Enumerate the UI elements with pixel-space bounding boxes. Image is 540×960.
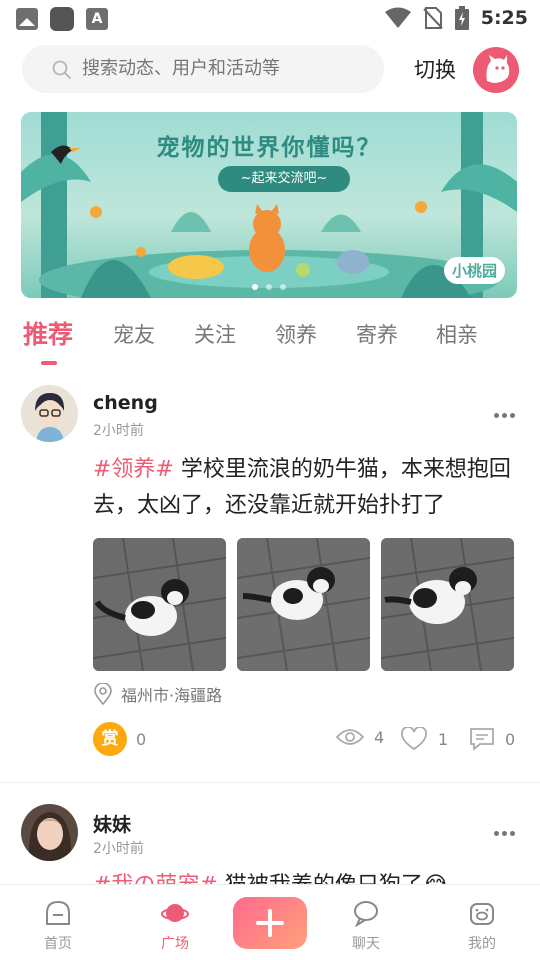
avatar[interactable]	[21, 804, 78, 861]
comment-icon	[470, 728, 494, 751]
location-text: 福州市·海疆路	[121, 686, 223, 705]
feed-post[interactable]: 妹妹 2小时前 #我の萌宠# 猫被我养的像只狗了😂	[0, 786, 540, 898]
nav-profile[interactable]: 我的	[442, 899, 522, 953]
nav-label: 聊天	[352, 936, 380, 952]
status-time: 5:25	[480, 7, 528, 29]
cat-logo-icon	[486, 55, 510, 83]
views-count: 4	[374, 727, 385, 747]
status-left-icons: A	[16, 7, 108, 31]
tab-following[interactable]: 关注	[194, 319, 236, 349]
no-sim-icon	[423, 7, 443, 29]
eye-icon	[336, 729, 364, 745]
tab-adopt[interactable]: 领养	[275, 319, 317, 349]
app-square-icon	[50, 7, 74, 31]
chat-icon	[354, 901, 378, 927]
banner-title: 宠物的世界你懂吗？	[156, 135, 382, 161]
pager-dot[interactable]	[252, 284, 258, 290]
post-text[interactable]: #领养# 学校里流浪的奶牛猫，本来想抱回去，太凶了，还没靠近就开始扑打了	[93, 452, 523, 524]
post-username[interactable]: 妹妹	[93, 810, 131, 837]
avatar-photo	[21, 804, 78, 861]
search-bar[interactable]	[22, 45, 384, 93]
cat-photo	[237, 538, 370, 671]
more-options-icon[interactable]	[494, 829, 518, 837]
reward-count: 0	[136, 730, 147, 749]
bottom-navigation: 首页 广场 聊天 我的	[0, 884, 540, 960]
tab-indicator	[41, 361, 57, 365]
nav-label: 首页	[44, 936, 72, 952]
heart-icon	[401, 727, 427, 751]
pager-dot[interactable]	[280, 284, 286, 290]
switch-button[interactable]: 切换	[414, 54, 456, 84]
wifi-icon	[384, 7, 411, 28]
home-icon	[46, 900, 70, 925]
nav-home[interactable]: 首页	[18, 899, 98, 953]
banner-subtitle: ~起来交流吧~	[218, 166, 350, 192]
likes-count: 1	[438, 729, 449, 749]
post-username[interactable]: cheng	[93, 392, 158, 414]
search-icon	[52, 60, 71, 79]
post-hashtag[interactable]: #领养#	[93, 457, 174, 482]
like-button[interactable]: 1	[400, 727, 448, 751]
tab-foster[interactable]: 寄养	[356, 319, 398, 349]
tab-matchmaking[interactable]: 相亲	[436, 319, 478, 349]
tab-pet-friends[interactable]: 宠友	[113, 319, 155, 349]
image-icon	[16, 8, 38, 30]
cat-photo	[381, 538, 514, 671]
comments-count: 0	[505, 729, 516, 749]
promo-banner[interactable]: 宠物的世界你懂吗？ ~起来交流吧~ 小桃园	[21, 112, 517, 298]
reward-button[interactable]: 赏	[93, 722, 127, 756]
post-photo[interactable]	[381, 538, 514, 671]
avatar[interactable]	[21, 385, 78, 442]
status-bar: A 5:25	[0, 0, 540, 36]
post-time: 2小时前	[93, 423, 144, 439]
feed-post[interactable]: cheng 2小时前 #领养# 学校里流浪的奶牛猫，本来想抱回去，太凶了，还没靠…	[0, 370, 540, 780]
add-post-button[interactable]	[233, 897, 307, 949]
views-stat: 4	[336, 727, 384, 747]
pager-dot[interactable]	[266, 284, 272, 290]
nav-chat[interactable]: 聊天	[326, 899, 406, 953]
a-badge-icon: A	[86, 8, 108, 30]
banner-logo: 小桃园	[443, 257, 505, 284]
more-options-icon[interactable]	[494, 411, 518, 419]
pig-face-icon	[470, 903, 494, 925]
battery-icon	[454, 6, 469, 30]
post-location[interactable]: 福州市·海疆路	[93, 682, 222, 706]
category-tabs: 推荐 宠友 关注 领养 寄养 相亲	[0, 313, 540, 365]
post-photo[interactable]	[93, 538, 226, 671]
comment-button[interactable]: 0	[469, 727, 515, 751]
post-time: 2小时前	[93, 841, 144, 857]
search-input[interactable]	[82, 45, 372, 93]
banner-pager	[21, 284, 517, 290]
location-pin-icon	[94, 683, 112, 705]
cat-photo	[93, 538, 226, 671]
nav-label: 我的	[468, 936, 496, 952]
divider	[0, 782, 540, 783]
tab-recommend[interactable]: 推荐	[23, 315, 73, 351]
user-avatar[interactable]	[473, 47, 519, 93]
post-photo[interactable]	[237, 538, 370, 671]
nav-label: 广场	[161, 936, 189, 952]
status-right-icons: 5:25	[384, 6, 528, 30]
nav-square[interactable]: 广场	[135, 899, 215, 953]
planet-icon	[161, 904, 189, 922]
avatar-illustration	[21, 385, 78, 442]
